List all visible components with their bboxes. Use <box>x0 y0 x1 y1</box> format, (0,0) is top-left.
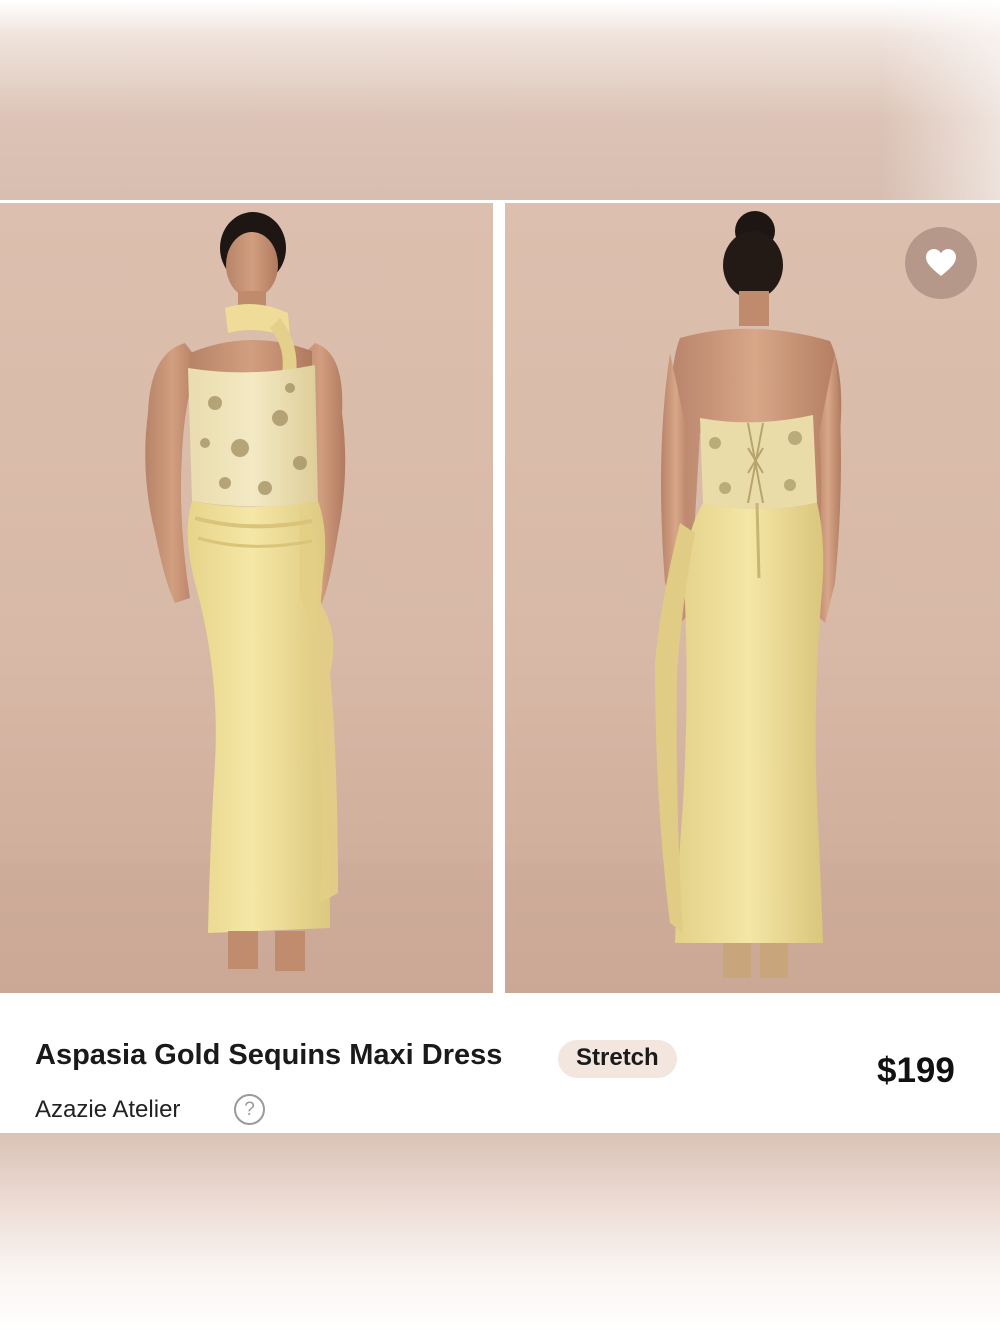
question-circle-icon[interactable]: ? <box>234 1094 265 1125</box>
product-price: $199 <box>877 1051 955 1090</box>
heart-icon <box>926 249 956 276</box>
product-image-front[interactable] <box>0 203 493 993</box>
brand-name[interactable]: Azazie Atelier <box>35 1096 180 1124</box>
product-image-back[interactable] <box>505 203 1000 993</box>
bottom-blurred-band <box>0 1133 1000 1333</box>
favorite-button[interactable] <box>905 227 977 299</box>
top-blurred-band <box>0 0 1000 200</box>
product-title[interactable]: Aspasia Gold Sequins Maxi Dress <box>35 1039 502 1072</box>
stretch-badge: Stretch <box>558 1040 677 1078</box>
product-gallery <box>0 203 1000 993</box>
product-info: Aspasia Gold Sequins Maxi Dress Stretch … <box>0 993 1000 1133</box>
